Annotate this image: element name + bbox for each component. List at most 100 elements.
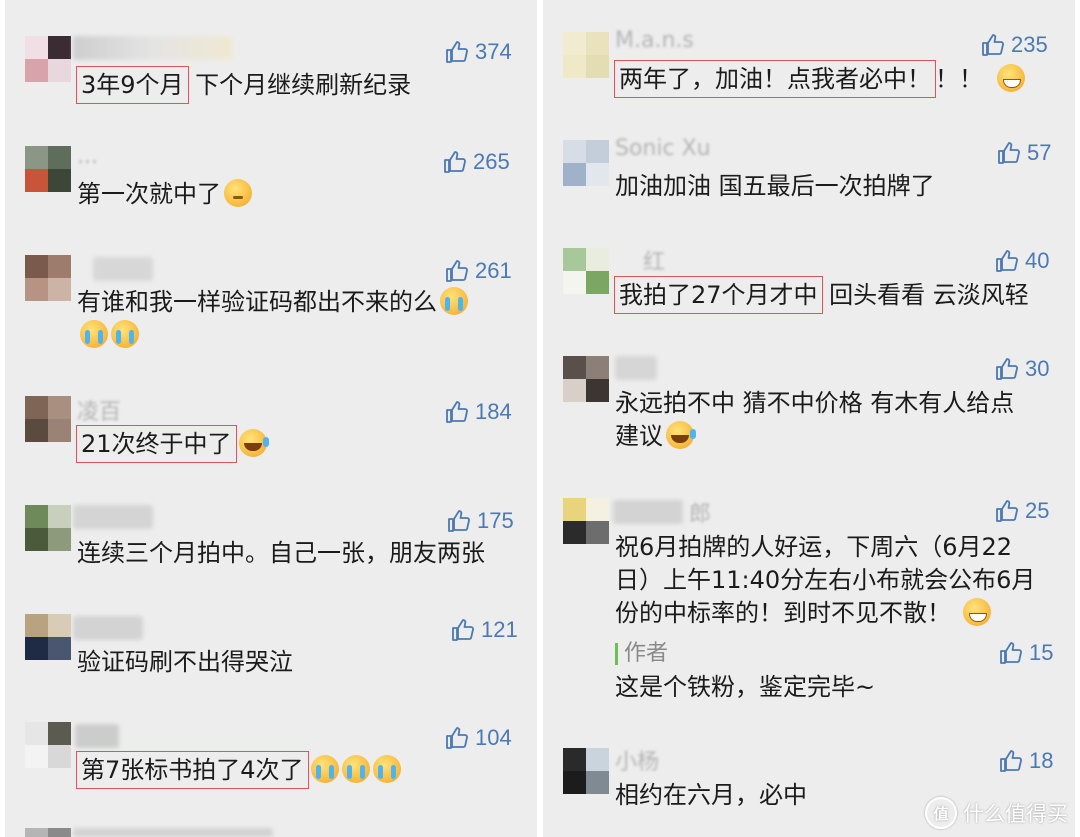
username[interactable]: 凌百	[77, 394, 121, 426]
crying-emoji-icon	[310, 755, 339, 783]
avatar[interactable]	[25, 614, 71, 660]
like-button[interactable]: 15	[999, 640, 1053, 666]
like-count: 261	[475, 258, 512, 283]
avatar[interactable]	[563, 32, 609, 78]
avatar[interactable]	[25, 396, 71, 442]
thumbs-up-icon	[982, 34, 1004, 56]
like-button[interactable]: 265	[443, 149, 510, 175]
thumbs-up-icon	[446, 41, 468, 63]
comment-text: 份的中标率的！到时不见不散！	[615, 596, 991, 630]
username-blurred[interactable]	[73, 828, 273, 837]
username-blurred[interactable]	[73, 36, 233, 60]
username[interactable]: Sonic Xu	[615, 136, 711, 161]
thumbs-up-icon	[998, 142, 1020, 164]
username-blurred[interactable]: ...	[77, 144, 98, 169]
laughing-tears-emoji-icon	[666, 421, 696, 449]
avatar[interactable]	[25, 255, 71, 301]
username[interactable]: M.a.n.s	[615, 28, 694, 53]
highlighted-phrase: 我拍了27个月才中	[614, 276, 823, 314]
avatar[interactable]	[563, 748, 609, 794]
comment-text: 建议	[615, 419, 696, 453]
like-button[interactable]: 184	[445, 399, 512, 425]
thumbs-up-icon	[1000, 750, 1022, 772]
like-button[interactable]: 18	[999, 748, 1053, 774]
username-blurred[interactable]	[613, 500, 683, 524]
thumbs-up-icon	[1000, 642, 1022, 664]
like-count: 235	[1011, 32, 1048, 57]
crying-emoji-icon	[372, 755, 401, 783]
crying-emoji-icon	[341, 755, 370, 783]
avatar[interactable]	[25, 828, 71, 837]
like-button[interactable]: 25	[995, 498, 1049, 524]
like-button[interactable]: 175	[447, 508, 514, 534]
emoji-row	[77, 318, 139, 352]
username-blurred[interactable]	[93, 257, 153, 281]
comment-text: 这是个铁粉，鉴定完毕~	[615, 673, 876, 701]
comment-text: 两年了，加油！点我者必中！！！	[614, 60, 1025, 98]
comment-text: 验证码刷不出得哭泣	[77, 648, 293, 676]
like-count: 175	[477, 508, 514, 533]
avatar[interactable]	[25, 505, 71, 551]
thumbs-up-icon	[446, 260, 468, 282]
like-button[interactable]: 261	[445, 258, 512, 284]
comment-text: 祝6月拍牌的人好运，下周六（6月22	[615, 533, 1013, 561]
avatar[interactable]	[563, 498, 609, 544]
thumbs-up-icon	[996, 500, 1018, 522]
like-count: 121	[481, 617, 518, 642]
like-button[interactable]: 235	[981, 32, 1048, 58]
like-count: 18	[1029, 748, 1054, 773]
avatar[interactable]	[25, 722, 71, 768]
like-button[interactable]: 374	[445, 39, 512, 65]
grinning-emoji-icon	[963, 598, 991, 626]
comment-text: 我拍了27个月才中 回头看看 云淡风轻	[614, 276, 1029, 314]
thumbs-up-icon	[996, 358, 1018, 380]
avatar[interactable]	[563, 140, 609, 186]
like-button[interactable]: 57	[997, 140, 1051, 166]
like-count: 104	[475, 725, 512, 750]
username[interactable]: 郎	[689, 496, 711, 528]
username[interactable]: 红	[643, 244, 665, 276]
like-count: 374	[475, 39, 512, 64]
laughing-tears-emoji-icon	[238, 429, 269, 457]
comment-text: 日）上午11:40分左右小布就会公布6月	[615, 566, 1036, 594]
thumbs-up-icon	[444, 151, 466, 173]
like-button[interactable]: 104	[445, 725, 512, 751]
like-button[interactable]: 30	[995, 356, 1049, 382]
comment-text: 有谁和我一样验证码都出不来的么	[77, 285, 468, 319]
username-blurred[interactable]	[73, 505, 153, 529]
comment-text: 永远拍不中 猜不中价格 有木有人给点	[615, 389, 1015, 417]
author-tag: 作者	[615, 643, 668, 665]
crying-emoji-icon	[111, 320, 139, 348]
like-button[interactable]: 40	[995, 248, 1049, 274]
username[interactable]: 小杨	[615, 744, 659, 776]
comment-text: 加油加油 国五最后一次拍牌了	[615, 172, 935, 200]
avatar[interactable]	[25, 36, 71, 82]
avatar[interactable]	[563, 356, 609, 402]
comment-list-right: M.a.n.s 235 两年了，加油！点我者必中！！！ Sonic Xu 57 …	[543, 0, 1075, 837]
comment-text: 21次终于中了	[76, 425, 269, 463]
username-blurred[interactable]	[615, 356, 657, 380]
thumbs-up-icon	[446, 727, 468, 749]
username-blurred[interactable]	[75, 724, 119, 748]
comment-text: 连续三个月拍中。自己一张，朋友两张	[77, 539, 485, 567]
thumbs-up-icon	[996, 250, 1018, 272]
like-count: 40	[1025, 248, 1050, 273]
avatar[interactable]	[563, 248, 609, 294]
grinning-emoji-icon	[997, 64, 1025, 92]
like-count: 57	[1027, 140, 1052, 165]
comment-text: 第一次就中了	[77, 177, 252, 211]
highlighted-phrase: 两年了，加油！点我者必中！	[614, 60, 936, 98]
like-button[interactable]: 121	[451, 617, 518, 643]
comment-list-left: 374 3年9个月 下个月继续刷新纪录 ... 265 第一次就中了 261 有…	[5, 0, 537, 837]
avatar[interactable]	[25, 146, 71, 192]
site-watermark: 值 什么值得买	[925, 797, 1068, 829]
highlighted-phrase: 21次终于中了	[76, 425, 237, 463]
username-blurred[interactable]	[73, 616, 143, 640]
watermark-logo-icon: 值	[925, 797, 957, 829]
like-count: 15	[1029, 640, 1054, 665]
thumbs-up-icon	[452, 619, 474, 641]
comment-text: 3年9个月 下个月继续刷新纪录	[76, 66, 411, 104]
watermark-text: 什么值得买	[963, 802, 1068, 826]
thumbs-up-icon	[448, 510, 470, 532]
crying-emoji-icon	[440, 287, 468, 315]
